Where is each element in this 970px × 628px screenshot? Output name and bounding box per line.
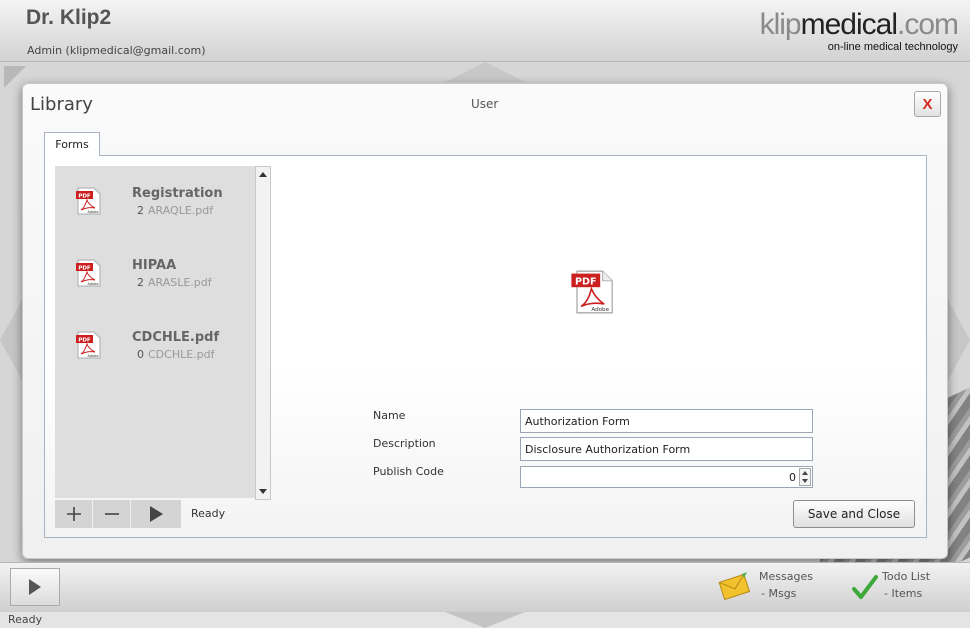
item-sub: 2 ARAQLE.pdf [137, 204, 214, 217]
nav-right-arrow[interactable] [948, 300, 970, 380]
svg-text:Adobe: Adobe [591, 307, 609, 313]
close-button[interactable]: X [914, 91, 941, 117]
play-button[interactable] [131, 500, 181, 528]
library-dialog: Library User X Forms PDF Adobe Registrat… [22, 83, 948, 559]
messages-count: - Msgs [761, 587, 797, 600]
item-name: CDCHLE.pdf [132, 330, 220, 345]
forms-list[interactable]: PDF Adobe Registration 2 ARAQLE.pdf PDF A… [55, 166, 255, 498]
app-header: Dr. Klip2 Admin (klipmedical@gmail.com) … [0, 0, 970, 62]
messages-label: Messages [759, 570, 813, 583]
item-name: Registration [132, 186, 223, 201]
save-and-close-button[interactable]: Save and Close [793, 500, 915, 528]
remove-button[interactable] [93, 500, 131, 528]
pdf-icon: PDF Adobe [76, 331, 101, 359]
stepper-buttons[interactable] [799, 468, 811, 486]
name-field[interactable] [520, 409, 813, 433]
name-label: Name [373, 409, 406, 422]
klipmedical-logo: klipmedical.com on-line medical technolo… [748, 8, 959, 56]
minus-icon [104, 513, 119, 515]
description-label: Description [373, 437, 436, 450]
list-scrollbar[interactable] [255, 166, 271, 500]
list-status: Ready [191, 507, 226, 520]
messages-tray[interactable]: Messages - Msgs [718, 570, 818, 606]
svg-text:PDF: PDF [78, 337, 91, 343]
list-item[interactable]: PDF Adobe HIPAA 2 ARASLE.pdf [55, 258, 255, 320]
bottom-bar: Messages - Msgs Todo List - Items [0, 562, 970, 612]
logo-wordmark: klipmedical.com [759, 8, 959, 41]
play-icon [150, 506, 163, 522]
main-play-button[interactable] [10, 568, 60, 606]
svg-text:Adobe: Adobe [87, 210, 98, 214]
svg-text:Adobe: Adobe [87, 282, 98, 286]
app-title: Dr. Klip2 [26, 6, 112, 29]
list-item[interactable]: PDF Adobe CDCHLE.pdf 0 CDCHLE.pdf [55, 330, 255, 392]
todo-label: Todo List [882, 570, 931, 583]
item-sub: 2 ARASLE.pdf [137, 276, 212, 289]
description-field[interactable] [520, 437, 813, 461]
svg-text:PDF: PDF [78, 265, 91, 271]
play-icon [29, 579, 41, 595]
plus-icon [66, 507, 81, 521]
nav-left-arrow[interactable] [0, 300, 22, 380]
chevron-down-icon[interactable] [802, 479, 808, 483]
dialog-context: User [471, 97, 499, 111]
list-toolbar [55, 500, 181, 528]
item-name: HIPAA [132, 258, 177, 273]
dialog-title: Library [30, 94, 93, 115]
checkmark-icon [852, 575, 878, 599]
logo-tagline: on-line medical technology [827, 41, 958, 53]
scroll-up-icon[interactable] [259, 172, 267, 177]
pdf-preview-icon: PDF Adobe [571, 270, 613, 314]
forms-tab-panel: PDF Adobe Registration 2 ARAQLE.pdf PDF A… [44, 155, 927, 538]
bg-decor-bottom [445, 612, 525, 628]
envelope-icon [718, 572, 750, 601]
bg-decor-top [445, 62, 525, 82]
svg-text:Adobe: Adobe [87, 354, 98, 358]
item-sub: 0 CDCHLE.pdf [137, 348, 215, 361]
tab-forms[interactable]: Forms [44, 132, 100, 156]
pdf-icon: PDF Adobe [76, 259, 101, 287]
svg-text:PDF: PDF [575, 276, 597, 287]
publish-code-stepper[interactable]: 0 [520, 466, 813, 488]
todo-tray[interactable]: Todo List - Items [852, 570, 932, 606]
publish-code-label: Publish Code [373, 465, 444, 478]
pdf-icon: PDF Adobe [76, 187, 101, 215]
list-item[interactable]: PDF Adobe Registration 2 ARAQLE.pdf [55, 186, 255, 248]
chevron-up-icon[interactable] [802, 471, 808, 475]
todo-count: - Items [884, 587, 923, 600]
scroll-down-icon[interactable] [259, 489, 267, 494]
publish-code-value: 0 [789, 471, 796, 484]
svg-text:PDF: PDF [78, 193, 91, 199]
add-button[interactable] [55, 500, 93, 528]
user-info: Admin (klipmedical@gmail.com) [27, 44, 206, 57]
status-text: Ready [8, 613, 43, 626]
